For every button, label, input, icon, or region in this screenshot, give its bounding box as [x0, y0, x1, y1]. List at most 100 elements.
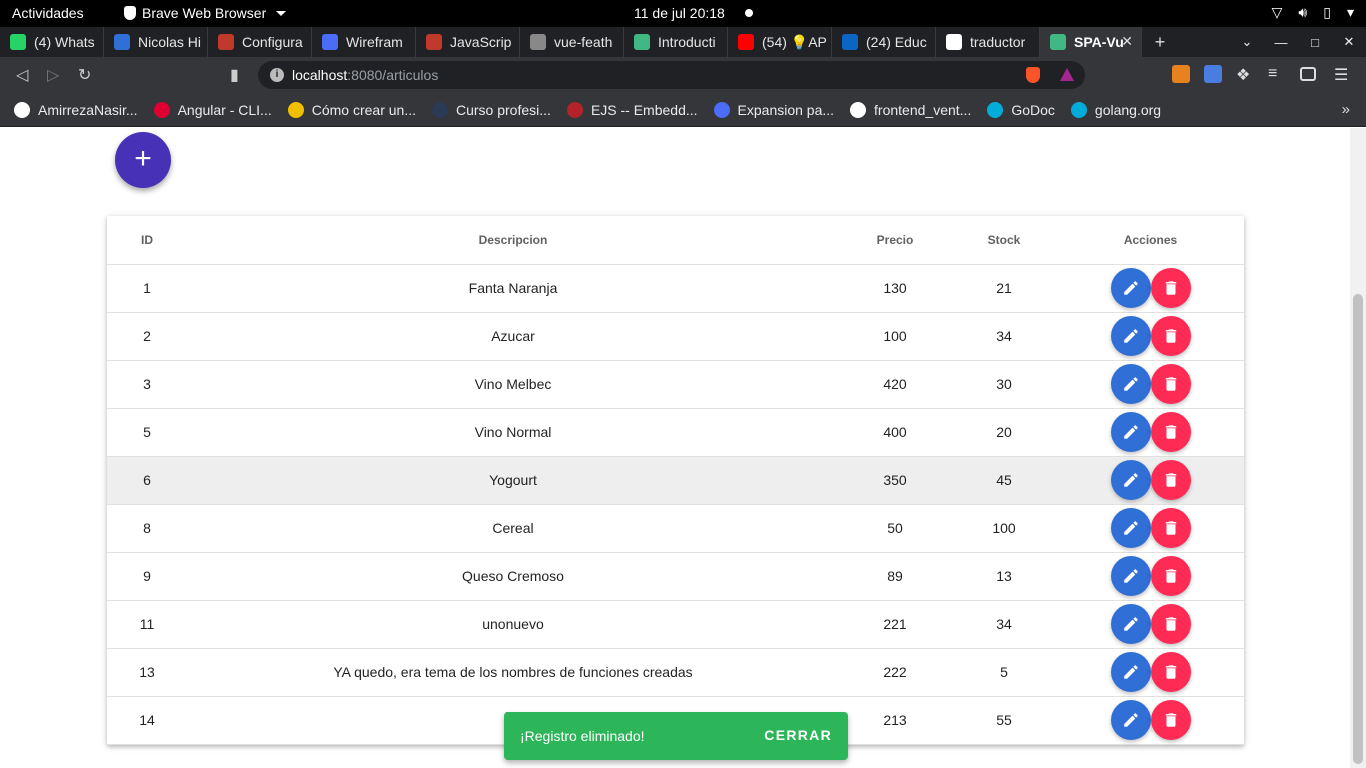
snackbar-close-button[interactable]: CERRAR — [764, 727, 832, 743]
tab-4[interactable]: JavaScrip — [416, 27, 520, 57]
brave-shields-icon[interactable] — [1026, 67, 1040, 83]
tab-10[interactable]: SPA-Vu ✕ — [1040, 27, 1142, 57]
delete-button[interactable] — [1150, 508, 1191, 548]
tab-8[interactable]: (24) Educ — [832, 27, 936, 57]
delete-button[interactable] — [1150, 364, 1191, 404]
tab-5[interactable]: vue-feath — [520, 27, 624, 57]
playlist-icon[interactable]: ≡ — [1268, 65, 1286, 83]
activities-button[interactable]: Actividades — [12, 5, 84, 21]
delete-button[interactable] — [1150, 412, 1191, 452]
bookmark-label: Curso profesi... — [456, 101, 551, 118]
bookmark-item[interactable]: GoDoc — [987, 101, 1055, 118]
articles-table-card: ID Descripcion Precio Stock Acciones 1 Fa… — [107, 216, 1244, 745]
tab-1[interactable]: Nicolas Hi — [104, 27, 208, 57]
edit-button[interactable] — [1110, 652, 1151, 692]
edit-button[interactable] — [1110, 508, 1151, 548]
site-info-icon[interactable]: i — [270, 68, 284, 82]
bookmark-item[interactable]: Cómo crear un... — [287, 101, 416, 118]
delete-button[interactable] — [1150, 556, 1191, 596]
delete-button[interactable] — [1150, 652, 1191, 692]
bookmark-item[interactable]: Expansion pa... — [713, 101, 834, 118]
header-actions: Acciones — [1057, 216, 1244, 265]
tab-label: Nicolas Hi — [138, 34, 202, 50]
cell-stock: 34 — [951, 600, 1057, 649]
address-bar[interactable]: i localhost:8080/articulos — [258, 61, 1085, 89]
menu-icon[interactable]: ☰ — [1334, 65, 1352, 84]
more-bookmarks-icon[interactable]: » — [1342, 101, 1350, 118]
delete-button[interactable] — [1150, 268, 1191, 308]
url-text[interactable]: localhost:8080/articulos — [292, 67, 438, 83]
close-tab-icon[interactable]: ✕ — [1121, 33, 1133, 50]
bookmark-label: Angular - CLI... — [177, 101, 272, 118]
trash-icon — [1162, 615, 1180, 633]
clock[interactable]: 11 de jul 20:18 — [634, 5, 725, 21]
tab-3[interactable]: Wirefram — [312, 27, 416, 57]
pencil-icon — [1122, 423, 1140, 441]
bookmark-item[interactable]: Angular - CLI... — [153, 101, 272, 118]
close-window-icon[interactable]: ✕ — [1332, 27, 1366, 57]
delete-button[interactable] — [1150, 604, 1191, 644]
add-article-button[interactable]: + — [115, 132, 171, 188]
tab-6[interactable]: Introducti — [624, 27, 728, 57]
header-description[interactable]: Descripcion — [187, 216, 839, 265]
maximize-icon[interactable]: □ — [1298, 27, 1332, 57]
delete-button[interactable] — [1150, 700, 1191, 740]
pencil-icon — [1122, 471, 1140, 489]
delete-button[interactable] — [1150, 460, 1191, 500]
header-price[interactable]: Precio — [839, 216, 951, 265]
header-stock[interactable]: Stock — [951, 216, 1057, 265]
edit-button[interactable] — [1110, 316, 1151, 356]
tab-2[interactable]: Configura — [208, 27, 312, 57]
tab-9[interactable]: traductor — [936, 27, 1040, 57]
tab-favicon-icon — [738, 34, 754, 50]
minimize-icon[interactable]: — — [1264, 27, 1298, 57]
bookmark-icon[interactable]: ▮ — [230, 65, 239, 85]
row-actions — [1057, 604, 1244, 644]
edit-button[interactable] — [1110, 268, 1151, 308]
metamask-extension-icon[interactable] — [1172, 65, 1190, 83]
scrollbar[interactable] — [1350, 128, 1366, 768]
edit-button[interactable] — [1110, 364, 1151, 404]
tab-label: (4) Whats — [34, 34, 95, 50]
translate-extension-icon[interactable] — [1204, 65, 1222, 83]
pencil-icon — [1122, 567, 1140, 585]
edit-button[interactable] — [1110, 556, 1151, 596]
wallet-icon[interactable] — [1300, 67, 1316, 81]
cell-id: 13 — [107, 648, 187, 697]
edit-button[interactable] — [1110, 604, 1151, 644]
tab-7[interactable]: (54) 💡AP — [728, 27, 832, 57]
cell-description: unonuevo — [187, 600, 839, 649]
edit-button[interactable] — [1110, 700, 1151, 740]
navigation-toolbar: ◁ ▷ ↻ ▮ i localhost:8080/articulos ❖ ≡ ☰ — [0, 57, 1366, 93]
page-content: + ID Descripcion Precio Stock Acciones 1… — [0, 128, 1350, 768]
bookmark-item[interactable]: AmirrezaNasir... — [14, 101, 138, 118]
forward-arrow-icon[interactable]: ▷ — [47, 65, 59, 85]
cell-actions — [1057, 648, 1244, 697]
trash-icon — [1162, 567, 1180, 585]
extensions-puzzle-icon[interactable]: ❖ — [1236, 65, 1254, 84]
edit-button[interactable] — [1110, 460, 1151, 500]
tab-favicon-icon — [946, 34, 962, 50]
scrollbar-thumb[interactable] — [1353, 294, 1363, 764]
cell-description: YA quedo, era tema de los nombres de fun… — [187, 648, 839, 697]
edit-button[interactable] — [1110, 412, 1151, 452]
back-arrow-icon[interactable]: ◁ — [16, 65, 28, 85]
cell-actions — [1057, 264, 1244, 313]
cell-id: 11 — [107, 600, 187, 649]
tab-0[interactable]: (4) Whats — [0, 27, 104, 57]
delete-button[interactable] — [1150, 316, 1191, 356]
system-tray[interactable]: ▽ 🔊︎ ▯ ▾ — [1272, 4, 1354, 21]
notification-dot-icon — [745, 9, 753, 17]
reload-icon[interactable]: ↻ — [78, 65, 91, 85]
bookmark-item[interactable]: Curso profesi... — [432, 101, 551, 118]
header-id[interactable]: ID — [107, 216, 187, 265]
tab-favicon-icon — [842, 34, 858, 50]
bookmark-item[interactable]: frontend_vent... — [850, 101, 971, 118]
bookmark-item[interactable]: EJS -- Embedd... — [566, 101, 698, 118]
bookmark-item[interactable]: golang.org — [1070, 101, 1161, 118]
bookmark-label: Cómo crear un... — [311, 101, 416, 118]
new-tab-icon[interactable]: + — [1142, 27, 1178, 57]
tab-search-icon[interactable]: ⌄ — [1230, 27, 1264, 57]
app-menu[interactable]: Brave Web Browser — [124, 5, 287, 21]
brave-rewards-icon[interactable] — [1060, 68, 1074, 81]
